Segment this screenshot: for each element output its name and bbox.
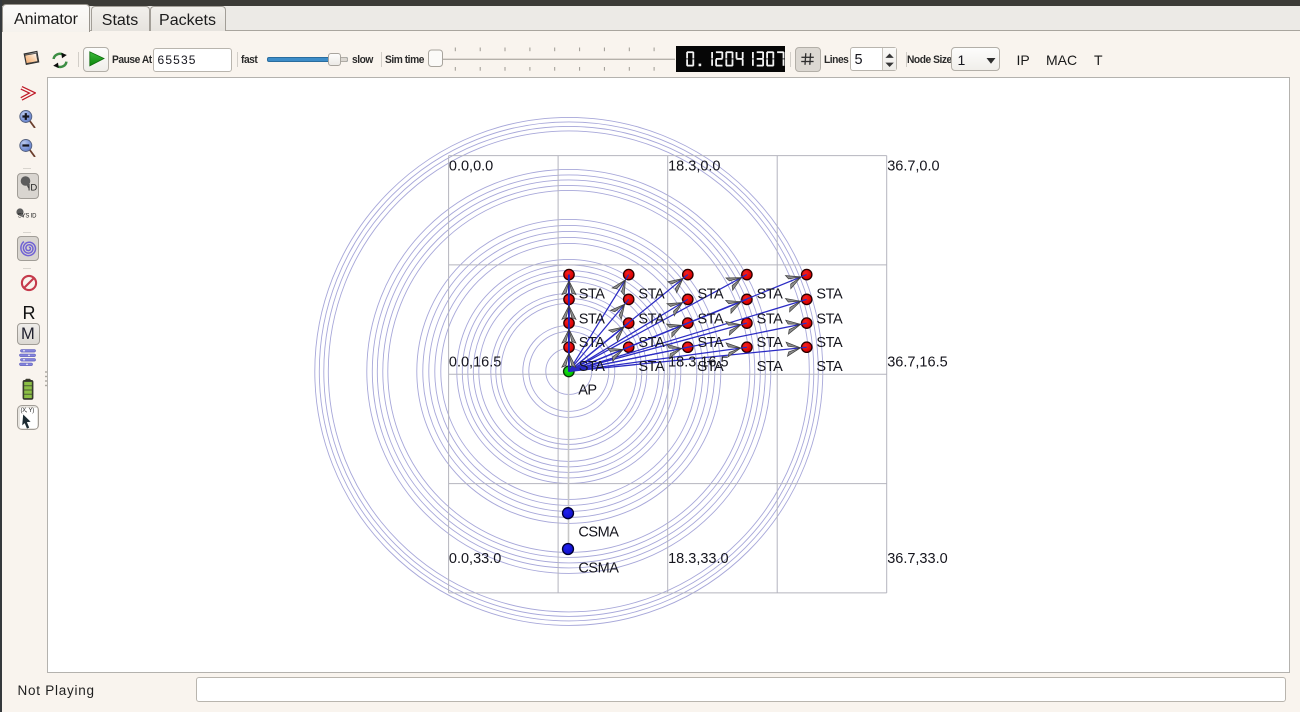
svg-text:STA: STA <box>697 335 724 351</box>
svg-text:0.0,33.0: 0.0,33.0 <box>448 551 500 567</box>
svg-text:STA: STA <box>756 311 783 327</box>
svg-text:STA: STA <box>816 311 843 327</box>
svg-text:AP: AP <box>578 383 596 399</box>
svg-text:STA: STA <box>578 311 605 327</box>
svg-text:STA: STA <box>756 359 783 375</box>
svg-text:36.7,16.5: 36.7,16.5 <box>887 354 947 370</box>
svg-text:STA: STA <box>638 335 665 351</box>
svg-text:36.7,0.0: 36.7,0.0 <box>887 158 939 174</box>
svg-text:STA: STA <box>697 311 724 327</box>
svg-text:CSMA: CSMA <box>578 560 619 576</box>
svg-text:STA: STA <box>638 311 665 327</box>
svg-text:STA: STA <box>697 359 724 375</box>
svg-text:STA: STA <box>816 335 843 351</box>
svg-text:STA: STA <box>697 287 724 303</box>
svg-text:STA: STA <box>578 335 605 351</box>
svg-text:CSMA: CSMA <box>578 525 619 541</box>
svg-text:STA: STA <box>756 287 783 303</box>
svg-text:STA: STA <box>816 287 843 303</box>
svg-text:0.0,0.0: 0.0,0.0 <box>448 158 492 174</box>
svg-text:0.0,16.5: 0.0,16.5 <box>448 354 500 370</box>
svg-text:STA: STA <box>638 287 665 303</box>
svg-text:36.7,33.0: 36.7,33.0 <box>887 551 947 567</box>
svg-text:SYS ID: SYS ID <box>18 214 37 219</box>
svg-text:STA: STA <box>578 287 605 303</box>
svg-text:STA: STA <box>756 335 783 351</box>
svg-text:STA: STA <box>638 359 665 375</box>
svg-text:18.3,33.0: 18.3,33.0 <box>668 551 728 567</box>
svg-text:STA: STA <box>816 359 843 375</box>
svg-text:STA: STA <box>578 359 605 375</box>
svg-text:18.3,0.0: 18.3,0.0 <box>668 158 720 174</box>
svg-text:ID: ID <box>28 182 38 193</box>
